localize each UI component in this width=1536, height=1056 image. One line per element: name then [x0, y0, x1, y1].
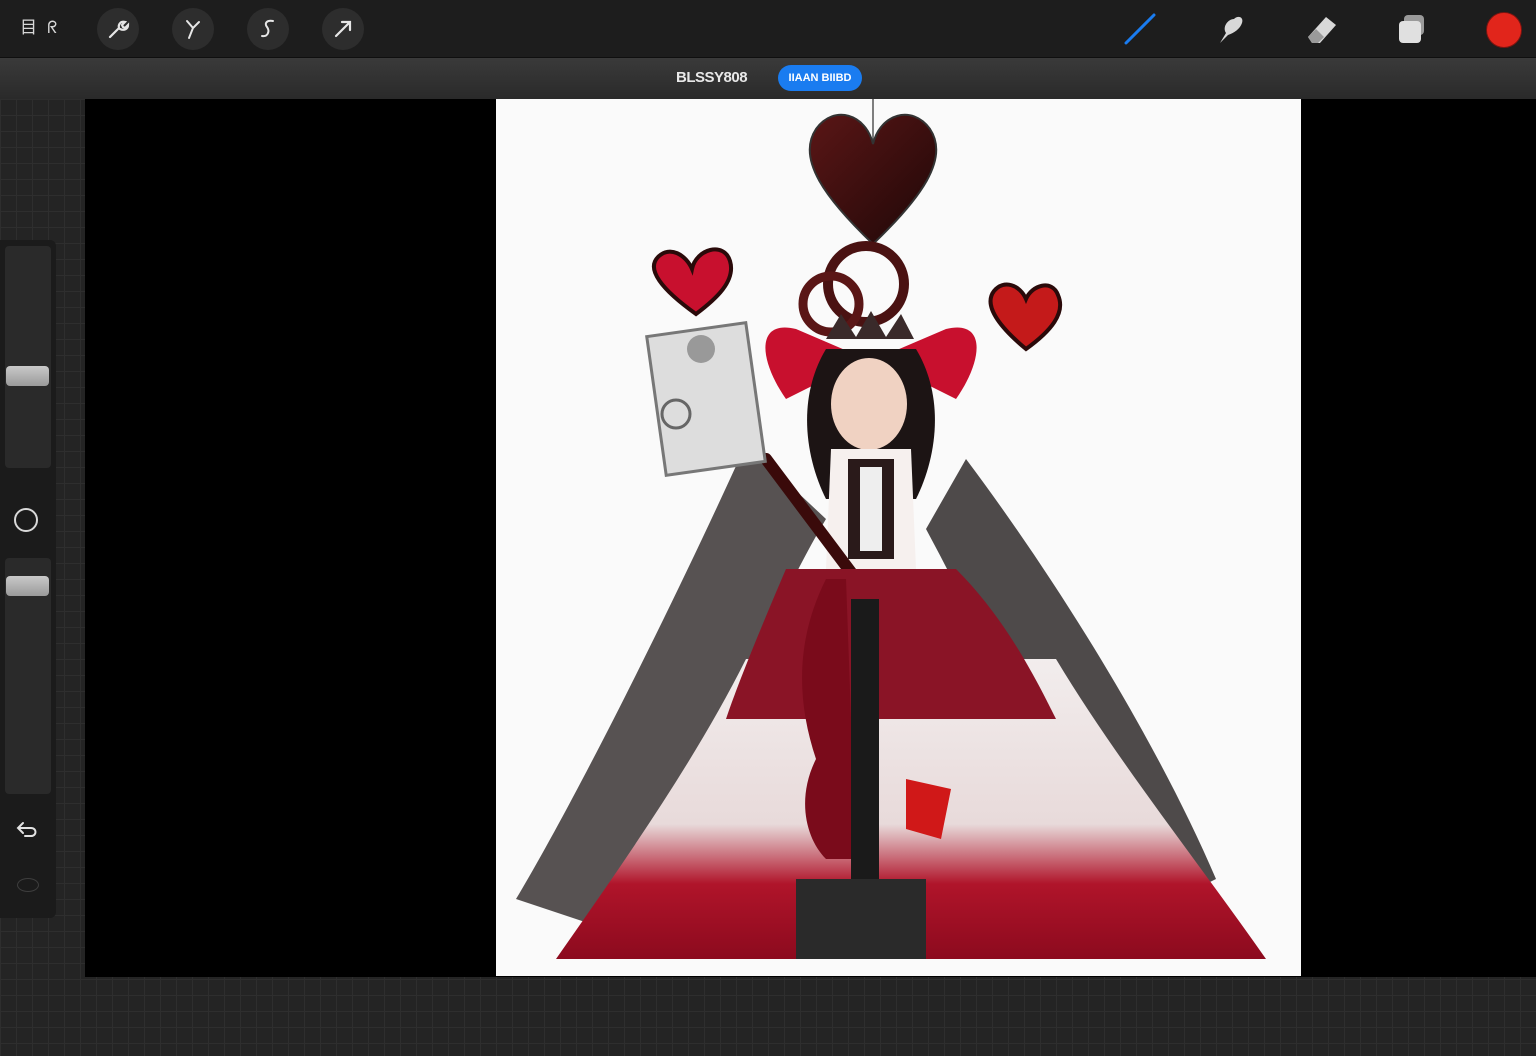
- magic-wand-icon: [186, 20, 200, 39]
- eraser-icon: [1308, 17, 1336, 43]
- eraser-tool-button[interactable]: [1300, 8, 1344, 50]
- info-pill-button[interactable]: IIAAN BIIBD: [778, 65, 862, 91]
- opacity-thumb[interactable]: [6, 576, 49, 596]
- brush-size-thumb[interactable]: [6, 366, 49, 386]
- modify-button[interactable]: [14, 508, 38, 532]
- layers-button[interactable]: [1390, 8, 1434, 50]
- document-info-bar: [0, 58, 1536, 99]
- redo-button[interactable]: [17, 878, 39, 892]
- left-sidebar: [0, 240, 56, 918]
- arrow-cursor-icon: [334, 20, 352, 38]
- brush-size-slider[interactable]: [5, 246, 51, 468]
- brush-icon: [1124, 13, 1156, 45]
- opacity-slider[interactable]: [5, 558, 51, 794]
- selection-s-icon: [261, 19, 274, 38]
- selection-button[interactable]: [247, 8, 289, 50]
- document-title: BLSSY808: [676, 69, 748, 86]
- smudge-icon: [1220, 16, 1243, 43]
- adjustments-button[interactable]: [172, 8, 214, 50]
- queen-of-hearts-illustration: [516, 99, 1266, 959]
- top-toolbar: 目 ᖇ: [0, 0, 1536, 58]
- transform-button[interactable]: [322, 8, 364, 50]
- layers-icon: [1399, 15, 1424, 43]
- wrench-icon: [108, 20, 130, 39]
- color-picker-button[interactable]: [1486, 12, 1522, 48]
- brush-tool-button[interactable]: [1118, 8, 1162, 50]
- undo-icon: [16, 822, 37, 837]
- gallery-button[interactable]: 目 ᖇ: [20, 12, 57, 44]
- actions-button[interactable]: [97, 8, 139, 50]
- artwork-canvas[interactable]: [496, 99, 1301, 976]
- smudge-tool-button[interactable]: [1208, 8, 1252, 50]
- undo-button[interactable]: [14, 816, 42, 842]
